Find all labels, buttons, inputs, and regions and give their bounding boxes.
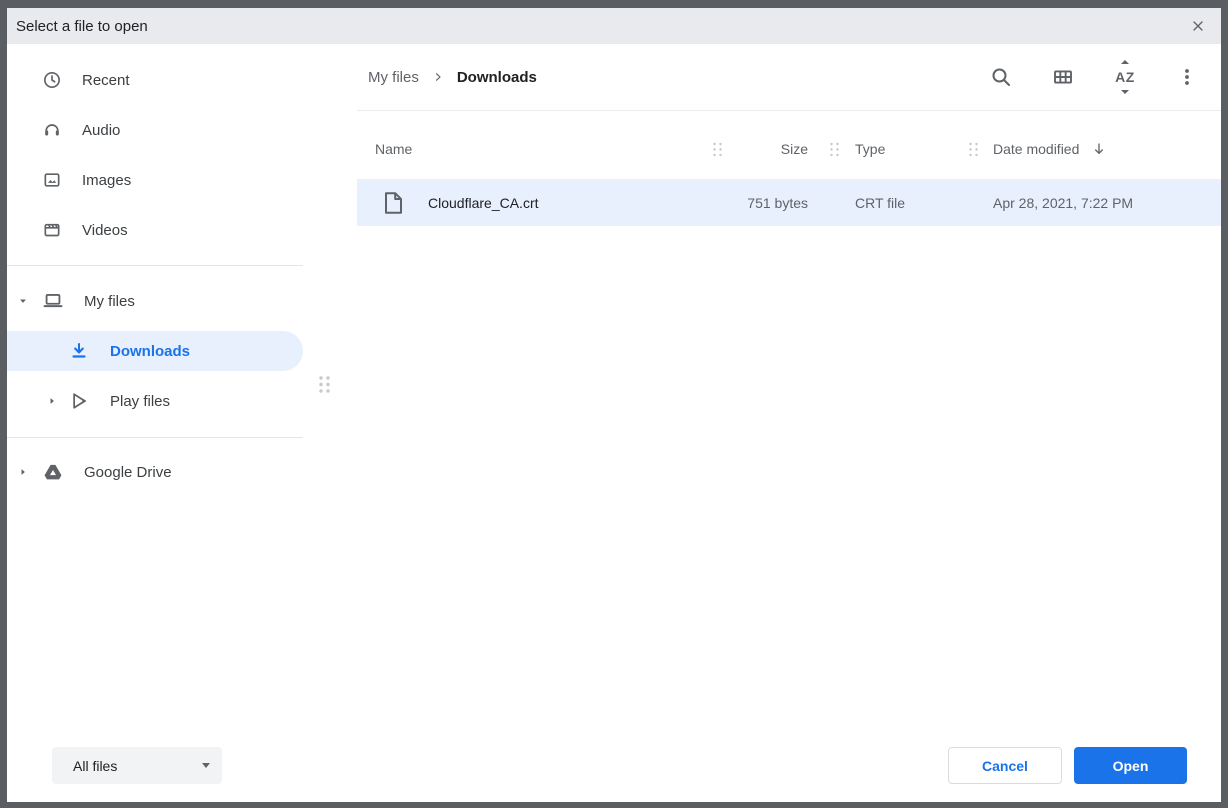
sort-descending-arrow-icon xyxy=(1091,141,1107,157)
file-size: 751 bytes xyxy=(727,195,814,211)
laptop-icon xyxy=(42,290,64,312)
chevron-right-icon[interactable] xyxy=(17,466,29,478)
file-type-filter-value: All files xyxy=(73,758,117,774)
column-resize-handle[interactable] xyxy=(707,142,727,157)
sidebar-item-label: Videos xyxy=(82,222,128,239)
sidebar-item-label: Recent xyxy=(82,72,130,89)
sidebar-item-play-files[interactable]: Play files xyxy=(7,381,303,421)
dropdown-caret-icon xyxy=(202,763,210,768)
sort-letters: AZ xyxy=(1115,69,1135,85)
breadcrumb-chevron-icon xyxy=(431,70,445,84)
sidebar-item-my-files[interactable]: My files xyxy=(7,281,303,321)
sidebar-item-label: Audio xyxy=(82,122,120,139)
column-header-name[interactable]: Name xyxy=(357,141,707,157)
sidebar-divider xyxy=(7,265,303,266)
sidebar-item-label: Google Drive xyxy=(84,464,172,481)
main-header: My files Downloads AZ xyxy=(357,44,1221,111)
dialog-footer: All files Cancel Open xyxy=(7,729,1221,802)
breadcrumb-current: Downloads xyxy=(457,69,537,86)
chevron-down-icon[interactable] xyxy=(17,295,29,307)
caret-up-icon xyxy=(1121,60,1129,64)
sidebar-item-label: Play files xyxy=(110,393,170,410)
more-vert-icon[interactable] xyxy=(1174,62,1200,92)
file-name: Cloudflare_CA.crt xyxy=(428,195,539,211)
open-button[interactable]: Open xyxy=(1074,747,1187,784)
column-header-type[interactable]: Type xyxy=(855,141,953,157)
close-icon[interactable] xyxy=(1189,17,1207,35)
titlebar: Select a file to open xyxy=(7,8,1221,44)
column-resize-handle[interactable] xyxy=(814,142,855,157)
play-store-icon xyxy=(69,390,91,412)
footer-buttons: Cancel Open xyxy=(948,747,1187,784)
sidebar-item-images[interactable]: Images xyxy=(7,160,303,200)
sidebar-item-label: My files xyxy=(84,293,135,310)
main-panel: My files Downloads AZ xyxy=(303,44,1221,802)
column-header-size[interactable]: Size xyxy=(727,141,814,157)
search-icon[interactable] xyxy=(988,62,1014,92)
sort-az-icon[interactable]: AZ xyxy=(1112,62,1138,92)
file-type: CRT file xyxy=(855,195,953,211)
sidebar-item-label: Images xyxy=(82,172,131,189)
file-row[interactable]: Cloudflare_CA.crt 751 bytes CRT file Apr… xyxy=(357,179,1221,226)
sidebar-item-recent[interactable]: Recent xyxy=(7,60,303,100)
file-date-modified: Apr 28, 2021, 7:22 PM xyxy=(993,195,1221,211)
file-type-filter-select[interactable]: All files xyxy=(52,747,222,784)
sidebar-item-label: Downloads xyxy=(110,343,190,360)
dialog-title: Select a file to open xyxy=(16,18,148,35)
google-drive-icon xyxy=(42,461,64,483)
dialog-body: Recent Audio Images Videos xyxy=(7,44,1221,802)
file-picker-dialog: Select a file to open Recent Audio xyxy=(7,8,1221,802)
sidebar: Recent Audio Images Videos xyxy=(7,44,303,802)
caret-down-icon xyxy=(1121,90,1129,94)
chevron-right-icon[interactable] xyxy=(46,395,58,407)
sidebar-divider xyxy=(7,437,303,438)
cancel-button[interactable]: Cancel xyxy=(948,747,1062,784)
clock-icon xyxy=(42,70,62,90)
breadcrumb-parent[interactable]: My files xyxy=(368,69,419,86)
sidebar-item-downloads[interactable]: Downloads xyxy=(7,331,303,371)
image-icon xyxy=(42,170,62,190)
movie-icon xyxy=(42,220,62,240)
column-header-date-modified[interactable]: Date modified xyxy=(993,141,1221,157)
table-header: Name Size Type Date modified xyxy=(357,119,1221,179)
sidebar-item-google-drive[interactable]: Google Drive xyxy=(7,452,303,492)
toolbar: AZ xyxy=(988,62,1221,92)
sidebar-item-videos[interactable]: Videos xyxy=(7,210,303,250)
column-resize-handle[interactable] xyxy=(953,142,993,157)
file-name-cell: Cloudflare_CA.crt xyxy=(357,192,707,214)
download-icon xyxy=(69,341,89,361)
sidebar-item-audio[interactable]: Audio xyxy=(7,110,303,150)
headphones-icon xyxy=(42,120,62,140)
file-document-icon xyxy=(384,192,403,214)
grid-view-icon[interactable] xyxy=(1050,62,1076,92)
breadcrumb: My files Downloads xyxy=(368,69,537,86)
